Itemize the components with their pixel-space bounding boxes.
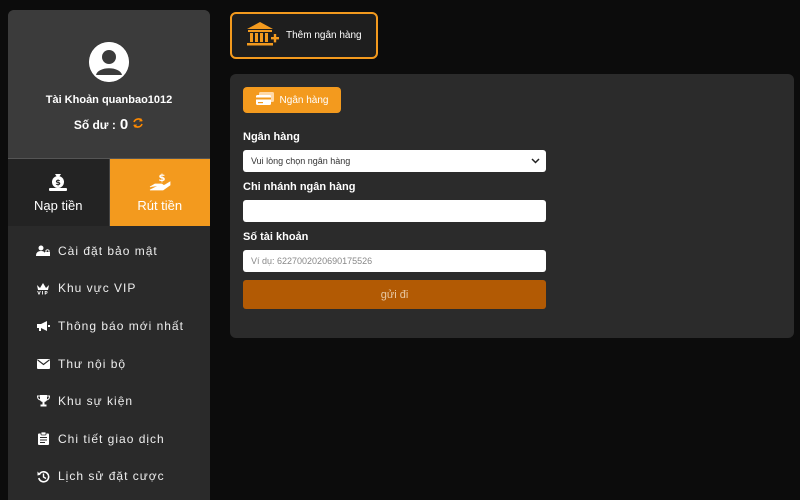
trophy-icon [36,394,50,408]
profile-card: Tài Khoản quanbao1012 Số dư : 0 [8,10,210,158]
svg-text:$: $ [158,173,165,184]
chevron-down-icon [531,156,540,166]
deposit-button[interactable]: $ Nạp tiền [8,159,110,226]
tab-bank[interactable]: Ngân hàng [243,87,341,113]
menu-item-vip[interactable]: VIP Khu vực VIP [8,270,210,308]
menu-item-inbox[interactable]: Thư nội bộ [8,345,210,383]
bank-card-icon [255,92,274,108]
menu-label: Thư nội bộ [58,356,127,371]
envelope-icon [36,357,50,371]
withdraw-button[interactable]: $ Rút tiền [109,159,210,226]
svg-text:VIP: VIP [37,290,48,295]
menu-item-announcements[interactable]: Thông báo mới nhất [8,307,210,345]
vip-crown-icon: VIP [36,281,50,295]
account-number-label: Số tài khoản [243,231,309,243]
deposit-label: Nạp tiền [34,198,83,213]
wallet-actions: $ Nạp tiền $ Rút tiền [8,158,210,226]
money-bag-icon: $ [47,172,69,192]
balance-label: Số dư : [73,117,116,132]
menu-item-transactions[interactable]: Chi tiết giao dịch [8,420,210,458]
megaphone-icon [36,319,50,333]
balance: Số dư : 0 [8,116,210,133]
menu-label: Cài đặt bảo mật [58,243,158,258]
clipboard-icon [36,432,50,446]
menu-label: Chi tiết giao dịch [58,431,165,446]
username: Tài Khoản quanbao1012 [45,94,173,106]
branch-input[interactable] [243,200,546,222]
bank-select-value: Vui lòng chọn ngân hàng [251,156,351,166]
refresh-icon[interactable] [132,117,144,132]
menu-item-events[interactable]: Khu sự kiện [8,382,210,420]
user-lock-icon [36,244,50,258]
menu-label: Thông báo mới nhất [58,318,184,333]
sidebar-menu: Cài đặt bảo mật VIP Khu vực VIP Thông bá… [8,226,210,495]
bank-panel: Ngân hàng Ngân hàng Vui lòng chọn ngân h… [230,74,794,338]
balance-value: 0 [119,116,129,133]
add-bank-button[interactable]: Thêm ngân hàng [230,12,378,59]
menu-label: Lịch sử đặt cược [58,469,165,484]
bank-add-icon [246,21,280,50]
bank-form: Ngân hàng Vui lòng chọn ngân hàng Chi nh… [243,130,546,309]
withdraw-label: Rút tiền [137,198,183,213]
svg-text:$: $ [55,178,61,187]
add-bank-label: Thêm ngân hàng [286,30,362,41]
bank-select[interactable]: Vui lòng chọn ngân hàng [243,150,546,172]
account-number-input[interactable] [243,250,546,272]
menu-item-security[interactable]: Cài đặt bảo mật [8,232,210,270]
history-icon [36,469,50,483]
menu-item-bet-history[interactable]: Lịch sử đặt cược [8,458,210,496]
sidebar: Tài Khoản quanbao1012 Số dư : 0 $ Nạp ti… [8,10,210,500]
menu-label: Khu sự kiện [58,394,134,409]
submit-button[interactable]: gửi đi [243,280,546,309]
bank-label: Ngân hàng [243,131,300,143]
avatar-icon [89,42,129,82]
hand-money-icon: $ [148,172,172,192]
branch-label: Chi nhánh ngân hàng [243,181,356,193]
tab-bank-label: Ngân hàng [279,94,329,106]
menu-label: Khu vực VIP [58,281,137,296]
